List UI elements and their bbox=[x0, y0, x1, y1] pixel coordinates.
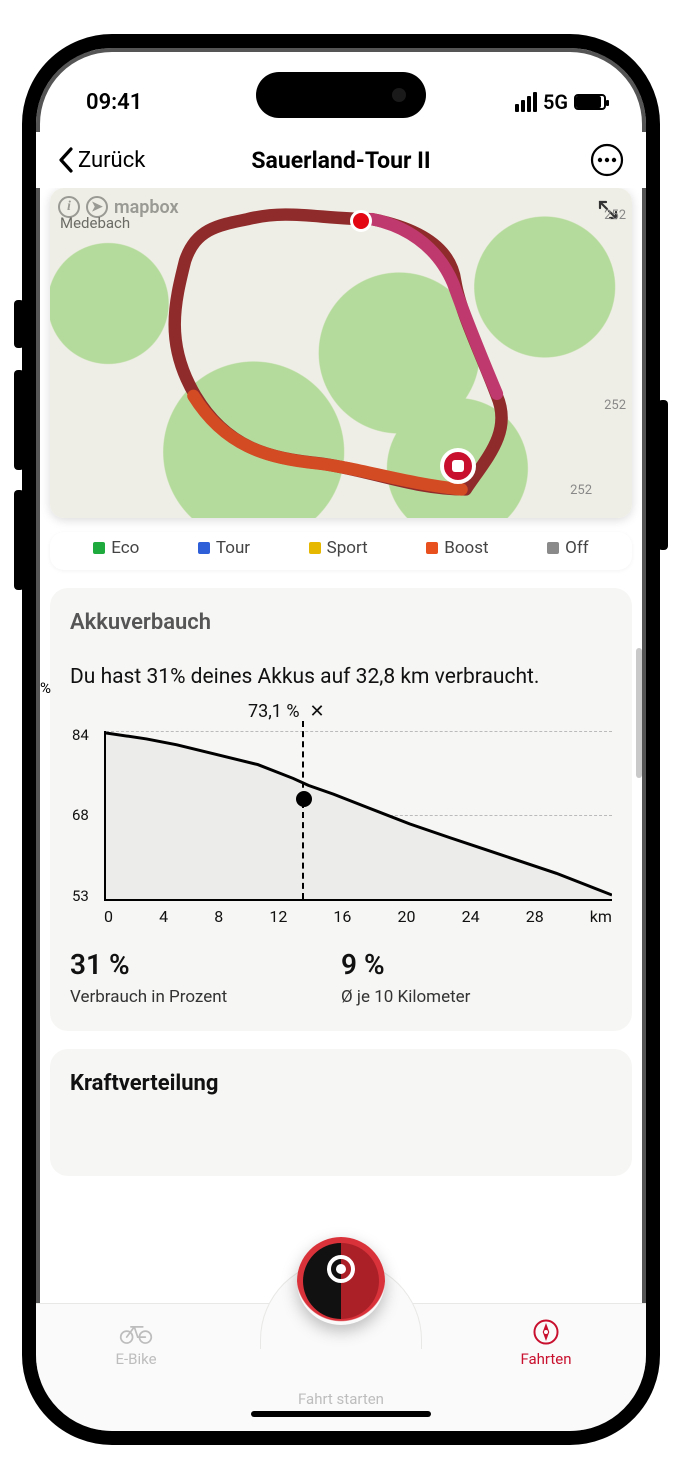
chart-cursor[interactable] bbox=[302, 721, 304, 899]
tab-rides[interactable]: Fahrten bbox=[486, 1318, 606, 1368]
power-distribution-card: Kraftverteilung bbox=[50, 1049, 632, 1176]
signal-icon bbox=[515, 92, 537, 112]
card-title: Akkuverbauch bbox=[70, 610, 612, 635]
phone-frame: 09:41 5G Zurück Sauerland-Tour II i bbox=[22, 34, 660, 1445]
route-start-marker bbox=[350, 210, 372, 232]
scroll-indicator[interactable] bbox=[636, 648, 642, 778]
battery-icon bbox=[574, 94, 606, 110]
route-map[interactable]: i ➤ mapbox Medebach 252 252 252 bbox=[50, 188, 632, 518]
chevron-left-icon bbox=[58, 147, 74, 173]
stat-label: Ø je 10 Kilometer bbox=[341, 987, 612, 1007]
y-tick: 53 bbox=[72, 887, 89, 905]
record-icon bbox=[327, 1255, 355, 1283]
chart-tooltip: 73,1 % ✕ bbox=[248, 701, 325, 722]
battery-usage-card: Akkuverbauch Du hast 31% deines Akkus au… bbox=[50, 588, 632, 1031]
legend-item: Eco bbox=[93, 538, 139, 558]
tab-label: Fahrten bbox=[520, 1350, 571, 1368]
tab-ebike[interactable]: E-Bike bbox=[76, 1318, 196, 1368]
network-label: 5G bbox=[543, 90, 568, 114]
y-tick: 68 bbox=[72, 806, 89, 824]
road-label: 252 bbox=[604, 398, 626, 413]
y-tick: 84 bbox=[72, 726, 89, 744]
legend-item: Tour bbox=[198, 538, 250, 558]
legend-item: Off bbox=[547, 538, 589, 558]
status-time: 09:41 bbox=[86, 90, 142, 115]
compass-icon bbox=[529, 1318, 563, 1346]
battery-chart[interactable]: 73,1 % ✕ % 84 68 53 bbox=[70, 701, 612, 926]
road-label: 252 bbox=[604, 208, 626, 223]
x-axis: 0 4 8 12 16 20 24 28 km bbox=[104, 907, 612, 926]
card-title: Kraftverteilung bbox=[70, 1071, 612, 1096]
map-city-label: Medebach bbox=[60, 214, 130, 232]
legend-item: Boost bbox=[426, 538, 488, 558]
close-tooltip-button[interactable]: ✕ bbox=[310, 701, 325, 722]
y-unit: % bbox=[40, 679, 51, 697]
back-button[interactable]: Zurück bbox=[58, 147, 145, 173]
dynamic-island bbox=[256, 72, 426, 118]
assist-mode-legend: Eco Tour Sport Boost Off bbox=[50, 532, 632, 570]
chart-line bbox=[106, 731, 612, 899]
bike-icon bbox=[119, 1318, 153, 1346]
card-subhead: Du hast 31% deines Akkus auf 32,8 km ver… bbox=[70, 663, 612, 691]
back-label: Zurück bbox=[78, 148, 145, 173]
nav-bar: Zurück Sauerland-Tour II bbox=[36, 132, 646, 188]
home-indicator[interactable] bbox=[251, 1411, 431, 1417]
tab-start-ride-label: Fahrt starten bbox=[298, 1390, 384, 1408]
stat-value: 9 % bbox=[341, 948, 612, 981]
page-title: Sauerland-Tour II bbox=[251, 147, 430, 174]
route-path bbox=[50, 188, 632, 518]
more-button[interactable] bbox=[590, 143, 624, 177]
stat-value: 31 % bbox=[70, 948, 341, 981]
start-ride-fab[interactable] bbox=[297, 1237, 385, 1325]
tooltip-value: 73,1 % bbox=[248, 701, 300, 722]
road-label: 252 bbox=[570, 483, 592, 498]
legend-item: Sport bbox=[309, 538, 368, 558]
route-end-marker bbox=[440, 448, 476, 484]
stats-row: 31 % Verbrauch in Prozent 9 % Ø je 10 Ki… bbox=[70, 948, 612, 1007]
stat-label: Verbrauch in Prozent bbox=[70, 987, 341, 1007]
tab-label: E-Bike bbox=[115, 1350, 156, 1368]
